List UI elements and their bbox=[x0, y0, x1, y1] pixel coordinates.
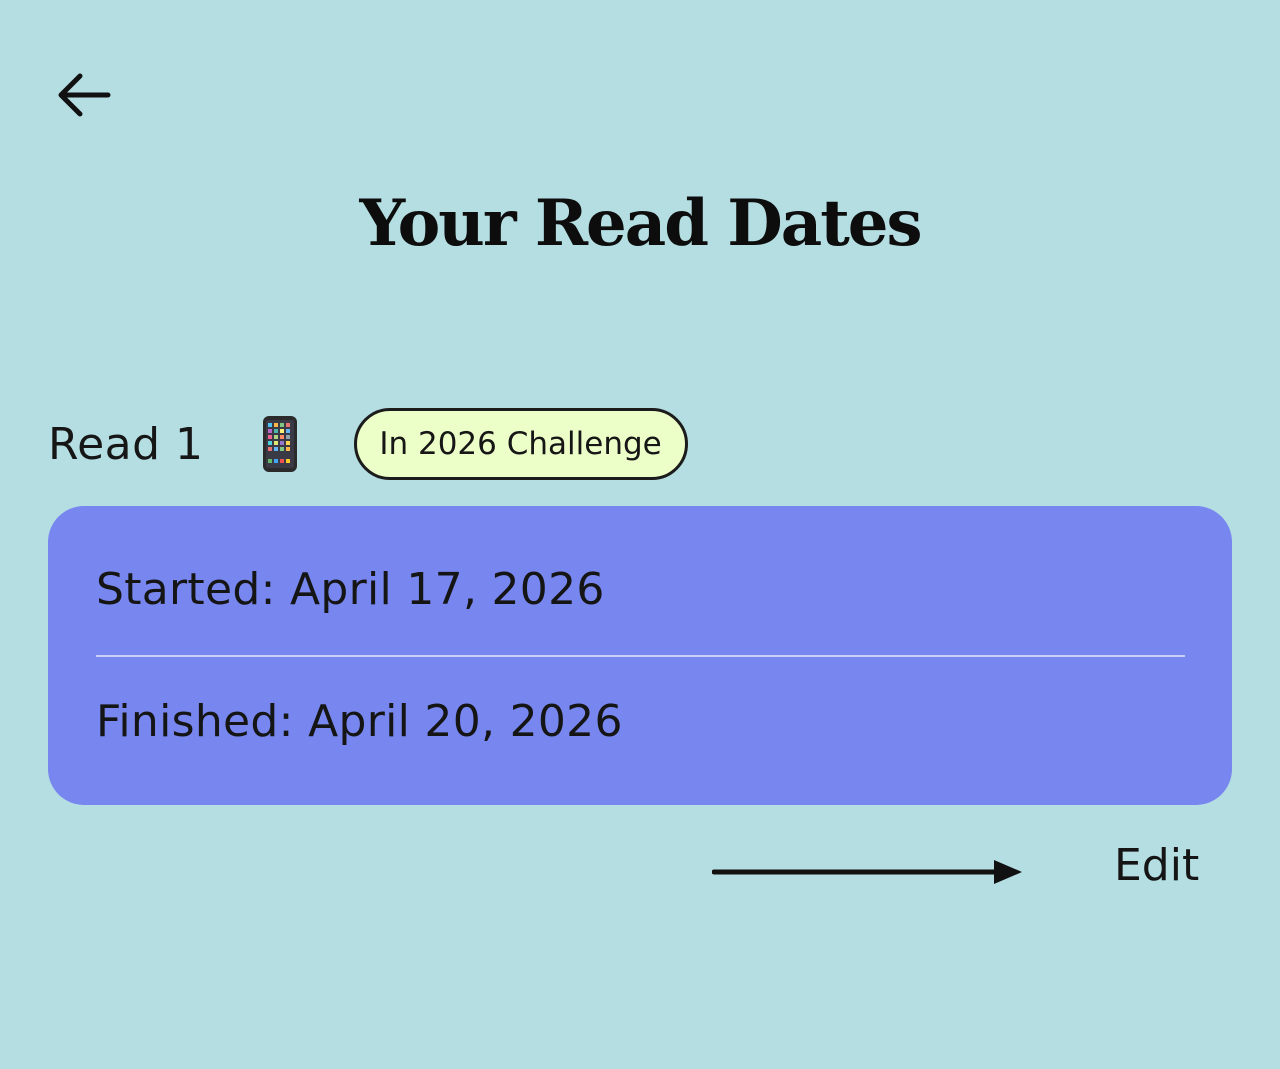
finished-date: Finished: April 20, 2026 bbox=[96, 696, 623, 747]
long-arrow-right-icon bbox=[712, 856, 1024, 888]
challenge-badge: In 2026 Challenge bbox=[353, 408, 688, 480]
edit-button[interactable]: Edit bbox=[1114, 840, 1199, 891]
mobile-phone-icon bbox=[262, 415, 298, 473]
started-date: Started: April 17, 2026 bbox=[96, 564, 605, 615]
back-button[interactable] bbox=[52, 66, 116, 126]
read-label: Read 1 bbox=[48, 418, 204, 470]
arrow-left-icon bbox=[58, 73, 111, 117]
read-header: Read 1 In 2026 Challenge bbox=[48, 404, 688, 484]
card-divider bbox=[96, 655, 1185, 657]
read-dates-card[interactable]: Started: April 17, 2026 Finished: April … bbox=[48, 506, 1232, 805]
page-title: Your Read Dates bbox=[359, 186, 922, 261]
